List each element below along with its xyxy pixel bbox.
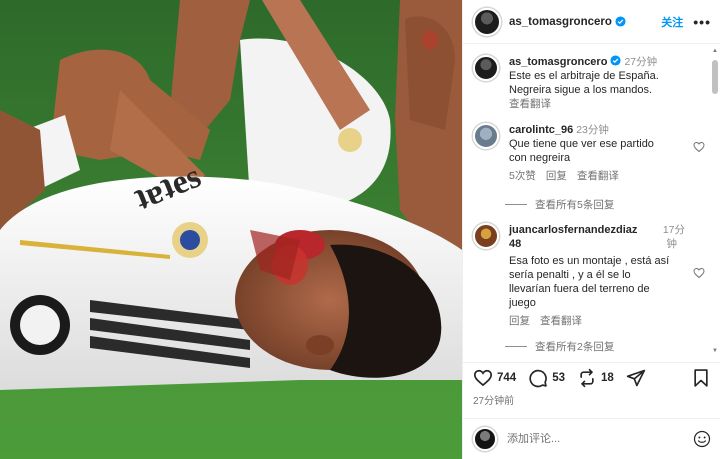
comment-text-line: llevarían fuera del terreno de [509, 283, 650, 295]
post-viewer: ʇɐʇes as_tomasgroncero 关注 ••• as_tomasgr… [0, 0, 720, 459]
more-options-button[interactable]: ••• [693, 14, 711, 30]
smiley-icon[interactable] [693, 430, 711, 448]
paper-plane-icon[interactable] [626, 368, 646, 388]
caption-text-line: Negreira sigue a los mandos. [509, 84, 653, 96]
likes-count[interactable]: 744 [497, 372, 516, 384]
comments-scrollbar[interactable]: ▲ ▼ [712, 48, 718, 354]
post-header: as_tomasgroncero 关注 ••• [463, 0, 720, 44]
comment-like-heart-icon[interactable] [693, 267, 705, 279]
comments-count[interactable]: 53 [552, 372, 565, 384]
comment-item: juancarlosfernandezdiaz 17分 48 钟 Esa fot… [473, 223, 705, 328]
comment-reply-button[interactable]: 回复 [509, 314, 530, 328]
post-timestamp[interactable]: 27分钟前 [473, 392, 514, 407]
repost-icon[interactable] [577, 368, 597, 388]
comment-text-line: sería penalti , y a él se lo [509, 269, 631, 281]
verified-badge-icon [615, 16, 626, 27]
caption-avatar[interactable] [473, 55, 499, 81]
view-replies-label: 查看所有5条回复 [535, 199, 615, 211]
comment-text-line: Esa foto es un montaje , está así [509, 255, 670, 267]
comment-time: 17分 [662, 224, 685, 236]
view-replies-link[interactable]: 查看所有2条回复 [505, 339, 614, 354]
post-photo[interactable]: ʇɐʇes [0, 0, 462, 459]
current-user-avatar [473, 427, 497, 451]
post-side-panel: as_tomasgroncero 关注 ••• as_tomasgroncero… [462, 0, 720, 459]
comment-translate-link[interactable]: 查看翻译 [577, 169, 619, 183]
add-comment-bar [463, 418, 720, 459]
comments-list[interactable]: as_tomasgroncero 27分钟 Este es el arbitraj… [463, 45, 720, 355]
verified-badge-icon [610, 55, 621, 66]
commenter-username[interactable]: juancarlosfernandezdiaz [509, 223, 637, 237]
view-replies-label: 查看所有2条回复 [535, 341, 615, 353]
comment-reply-button[interactable]: 回复 [546, 169, 567, 183]
commenter-username[interactable]: carolintc_96 [509, 124, 573, 136]
view-replies-link[interactable]: 查看所有5条回复 [505, 197, 614, 212]
comment-text-line: con negreira [509, 152, 571, 164]
caption-text-line: Este es el arbitraje de España. [509, 70, 659, 82]
bookmark-icon[interactable] [691, 368, 711, 388]
comment-likes-count[interactable]: 5次赞 [509, 169, 536, 183]
scrollbar-thumb[interactable] [712, 60, 718, 94]
comment-text-line: Que tiene que ver ese partido [509, 138, 654, 150]
follow-button[interactable]: 关注 [661, 14, 683, 30]
post-action-bar: 744 53 18 [463, 362, 720, 392]
reposts-count[interactable]: 18 [601, 372, 614, 384]
post-caption: as_tomasgroncero 27分钟 Este es el arbitraj… [473, 55, 705, 111]
commenter-avatar[interactable] [473, 123, 499, 149]
heart-icon[interactable] [473, 368, 493, 388]
caption-time: 27分钟 [624, 56, 658, 68]
comment-translate-link[interactable]: 查看翻译 [540, 314, 582, 328]
add-comment-input[interactable] [507, 433, 693, 445]
comment-item: carolintc_96 23分钟 Que tiene que ver ese p… [473, 123, 705, 183]
author-username[interactable]: as_tomasgroncero [509, 16, 612, 28]
caption-translate-link[interactable]: 查看翻译 [509, 97, 705, 111]
commenter-avatar[interactable] [473, 223, 499, 249]
caption-username[interactable]: as_tomasgroncero [509, 56, 607, 68]
comment-like-heart-icon[interactable] [693, 141, 705, 153]
comment-bubble-icon[interactable] [528, 368, 548, 388]
comment-time-tail: 钟 [666, 238, 678, 250]
author-avatar[interactable] [473, 7, 501, 36]
comment-text-line: juego [509, 297, 536, 309]
player-injury-photo: ʇɐʇes [0, 0, 462, 459]
commenter-username-tail[interactable]: 48 [509, 237, 521, 251]
comment-time: 23分钟 [576, 124, 609, 136]
